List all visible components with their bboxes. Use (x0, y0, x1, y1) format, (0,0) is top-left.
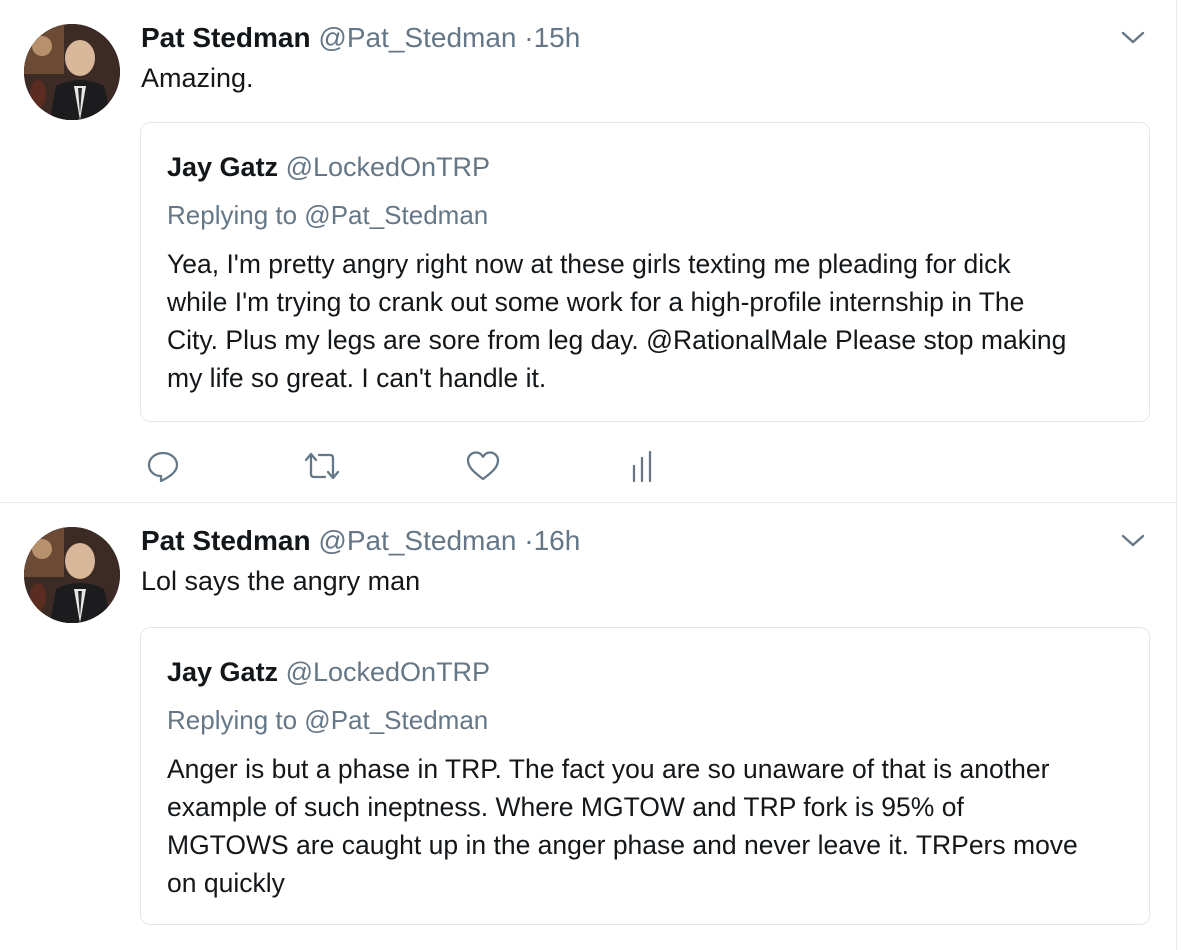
replying-to: Replying to @Pat_Stedman (167, 705, 489, 735)
quoted-tweet-header: Jay Gatz @LockedOnTRP (167, 656, 490, 688)
reply-icon[interactable] (145, 448, 181, 484)
analytics-icon[interactable] (625, 448, 661, 484)
quoted-text-line: MGTOWS are caught up in the anger phase … (167, 830, 1078, 860)
quoted-author-name: Jay Gatz (167, 657, 279, 687)
quoted-tweet[interactable]: Jay Gatz @LockedOnTRP Replying to @Pat_S… (140, 122, 1150, 422)
quoted-text-line: example of such ineptness. Where MGTOW a… (167, 792, 964, 822)
separator-dot: · (524, 22, 534, 53)
tweet-header: Pat Stedman @Pat_Stedman ·15h (141, 22, 580, 54)
quoted-text-line: City. Plus my legs are sore from leg day… (167, 325, 1067, 355)
separator-dot: · (524, 525, 534, 556)
avatar[interactable] (24, 24, 120, 120)
author-name[interactable]: Pat Stedman (141, 525, 311, 556)
quoted-text-line: my life so great. I can't handle it. (167, 363, 547, 393)
tweet-text: Amazing. (141, 63, 254, 93)
quoted-text-line: Anger is but a phase in TRP. The fact yo… (167, 754, 1050, 784)
quoted-text-line: on quickly (167, 868, 285, 898)
quoted-author-handle: @LockedOnTRP (285, 152, 491, 182)
quoted-tweet-text: Anger is but a phase in TRP. The fact yo… (167, 750, 1132, 902)
tweet-time[interactable]: 15h (534, 22, 581, 53)
author-handle[interactable]: @Pat_Stedman (318, 22, 516, 53)
tweet[interactable]: Pat Stedman @Pat_Stedman ·16h Lol says t… (0, 503, 1176, 950)
quoted-text-line: Yea, I'm pretty angry right now at these… (167, 249, 1011, 279)
quoted-author-handle: @LockedOnTRP (285, 657, 491, 687)
like-icon[interactable] (465, 448, 501, 484)
tweet-time[interactable]: 16h (534, 525, 581, 556)
avatar-photo (24, 24, 120, 120)
author-handle[interactable]: @Pat_Stedman (318, 525, 516, 556)
chevron-down-icon[interactable] (1120, 531, 1146, 551)
tweet[interactable]: Pat Stedman @Pat_Stedman ·15h Amazing. J… (0, 0, 1176, 503)
replying-to: Replying to @Pat_Stedman (167, 200, 489, 230)
quoted-author-name: Jay Gatz (167, 152, 279, 182)
quoted-tweet-header: Jay Gatz @LockedOnTRP (167, 151, 490, 183)
retweet-icon[interactable] (302, 448, 340, 484)
tweet-header: Pat Stedman @Pat_Stedman ·16h (141, 525, 580, 557)
quoted-tweet-text: Yea, I'm pretty angry right now at these… (167, 245, 1132, 397)
timeline: Pat Stedman @Pat_Stedman ·15h Amazing. J… (0, 0, 1177, 950)
avatar-photo (24, 527, 120, 623)
quoted-tweet[interactable]: Jay Gatz @LockedOnTRP Replying to @Pat_S… (140, 627, 1150, 925)
author-name[interactable]: Pat Stedman (141, 22, 311, 53)
quoted-text-line: while I'm trying to crank out some work … (167, 287, 1025, 317)
chevron-down-icon[interactable] (1120, 28, 1146, 48)
avatar[interactable] (24, 527, 120, 623)
tweet-actions (145, 448, 705, 484)
tweet-text: Lol says the angry man (141, 566, 421, 596)
